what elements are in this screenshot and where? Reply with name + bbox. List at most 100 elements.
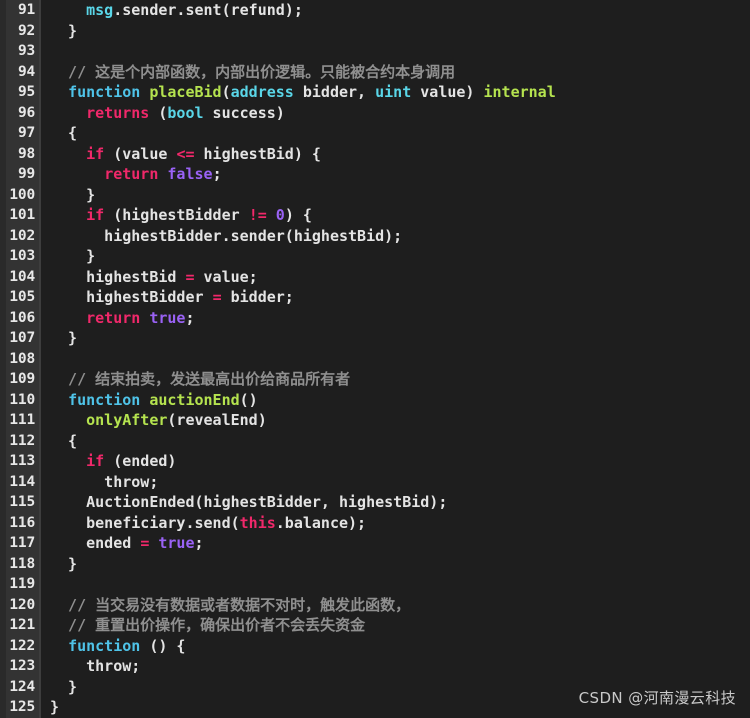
line-number: 95 bbox=[17, 84, 35, 100]
code-token-constant: false bbox=[167, 165, 213, 183]
code-line[interactable]: highestBidder.sender(highestBid); bbox=[41, 226, 750, 247]
code-token-plain: highestBid) { bbox=[194, 144, 321, 163]
code-line[interactable]: // 这是个内部函数，内部出价逻辑。只能被合约本身调用 bbox=[41, 62, 750, 83]
code-line[interactable]: } bbox=[41, 21, 750, 42]
code-line[interactable]: ended = true; bbox=[41, 533, 750, 554]
line-number: 116 bbox=[9, 514, 35, 531]
code-line[interactable]: } bbox=[41, 554, 750, 575]
code-token-control: returns bbox=[86, 103, 150, 122]
code-token-keyword: function bbox=[68, 636, 141, 655]
code-line[interactable]: function placeBid(address bidder, uint v… bbox=[41, 82, 750, 103]
code-content-area[interactable]: msg.sender.sent(refund); } // 这是个内部函数，内部… bbox=[41, 0, 750, 718]
code-token-plain: } bbox=[50, 698, 60, 716]
code-line[interactable] bbox=[41, 349, 750, 370]
line-number: 115 bbox=[9, 494, 35, 510]
code-token-control: this bbox=[239, 513, 276, 532]
code-token-type: msg bbox=[86, 1, 114, 19]
code-line[interactable] bbox=[41, 41, 750, 62]
code-token-plain: (revealEnd) bbox=[167, 411, 267, 429]
code-token-plain: ( bbox=[221, 83, 231, 101]
code-line[interactable]: return false; bbox=[41, 164, 750, 185]
code-line[interactable]: function () { bbox=[41, 636, 750, 657]
code-line[interactable]: returns (bool success) bbox=[41, 103, 750, 124]
code-token-plain: highestBidder bbox=[50, 288, 213, 306]
code-token-control: if bbox=[86, 144, 105, 163]
line-number: 125 bbox=[9, 699, 35, 715]
code-token-function_name: auctionEnd bbox=[149, 390, 240, 409]
line-number: 91 bbox=[17, 2, 35, 18]
code-line[interactable]: // 重置出价操作，确保出价者不会丢失资金 bbox=[41, 615, 750, 636]
code-token-comment: // 当交易没有数据或者数据不对时，触发此函数， bbox=[50, 595, 411, 614]
code-token-plain: (value bbox=[104, 144, 177, 163]
code-token-control: return bbox=[86, 308, 141, 327]
code-line[interactable]: if (highestBidder != 0) { bbox=[41, 205, 750, 226]
code-line[interactable]: { bbox=[41, 123, 750, 144]
line-number: 107 bbox=[9, 330, 35, 346]
line-number: 121 bbox=[9, 617, 35, 633]
code-token-plain: bidder; bbox=[221, 288, 294, 306]
code-line[interactable]: AuctionEnded(highestBidder, highestBid); bbox=[41, 492, 750, 513]
code-line[interactable]: // 结束拍卖，发送最高出价给商品所有者 bbox=[41, 369, 750, 390]
code-token-plain: ended bbox=[50, 534, 141, 552]
code-token-plain: .sender.sent(refund); bbox=[113, 1, 303, 19]
code-token-control: <= bbox=[176, 144, 195, 163]
code-line[interactable]: if (ended) bbox=[41, 451, 750, 472]
code-line[interactable]: throw; bbox=[41, 656, 750, 677]
line-number: 98 bbox=[17, 145, 35, 162]
line-number: 110 bbox=[9, 391, 35, 408]
code-token-plain: () { bbox=[140, 636, 186, 655]
code-line[interactable]: if (value <= highestBid) { bbox=[41, 144, 750, 165]
line-number: 113 bbox=[9, 453, 35, 469]
code-line[interactable]: } bbox=[41, 328, 750, 349]
line-number: 99 bbox=[17, 166, 35, 182]
code-token-plain: (ended) bbox=[104, 452, 177, 470]
code-line[interactable]: onlyAfter(revealEnd) bbox=[41, 410, 750, 431]
code-line[interactable]: throw; bbox=[41, 472, 750, 493]
code-token-plain: ; bbox=[194, 534, 204, 552]
code-line-list: msg.sender.sent(refund); } // 这是个内部函数，内部… bbox=[41, 0, 750, 718]
line-number: 105 bbox=[9, 289, 35, 305]
code-line[interactable] bbox=[41, 574, 750, 595]
line-number: 104 bbox=[9, 268, 35, 285]
code-token-control: = bbox=[140, 534, 150, 552]
code-line[interactable]: msg.sender.sent(refund); bbox=[41, 0, 750, 21]
line-number: 92 bbox=[17, 22, 35, 39]
code-token-keyword: function bbox=[68, 83, 141, 101]
line-number: 117 bbox=[9, 535, 35, 551]
code-token-plain: success) bbox=[203, 103, 285, 122]
line-number: 93 bbox=[17, 43, 35, 59]
code-line[interactable]: function auctionEnd() bbox=[41, 390, 750, 411]
code-token-plain: highestBid bbox=[50, 267, 186, 286]
code-token-plain: value; bbox=[194, 267, 258, 286]
code-token-plain: beneficiary.send( bbox=[50, 513, 240, 532]
code-line[interactable]: { bbox=[41, 431, 750, 452]
code-token-plain: value) bbox=[411, 83, 484, 101]
line-number-gutter[interactable]: 91 92 93 94 95 96 97 98 99 100 101 102 103 104 105 106 1… bbox=[6, 0, 39, 718]
line-number: 120 bbox=[9, 596, 35, 613]
code-token-constant: true bbox=[149, 308, 186, 327]
line-number: 102 bbox=[9, 227, 35, 244]
code-line[interactable]: } bbox=[41, 185, 750, 206]
code-token-type: bool bbox=[167, 103, 204, 122]
code-line[interactable]: highestBidder = bidder; bbox=[41, 287, 750, 308]
code-token-keyword: function bbox=[68, 390, 141, 409]
code-line[interactable]: highestBid = value; bbox=[41, 267, 750, 288]
code-line[interactable]: // 当交易没有数据或者数据不对时，触发此函数， bbox=[41, 595, 750, 616]
line-number: 96 bbox=[17, 104, 35, 121]
code-line[interactable]: return true; bbox=[41, 308, 750, 329]
code-line[interactable]: } bbox=[41, 246, 750, 267]
code-token-plain: throw; bbox=[50, 472, 159, 491]
code-line[interactable]: beneficiary.send(this.balance); bbox=[41, 513, 750, 534]
code-token-plain: AuctionEnded(highestBidder, highestBid); bbox=[50, 493, 448, 511]
